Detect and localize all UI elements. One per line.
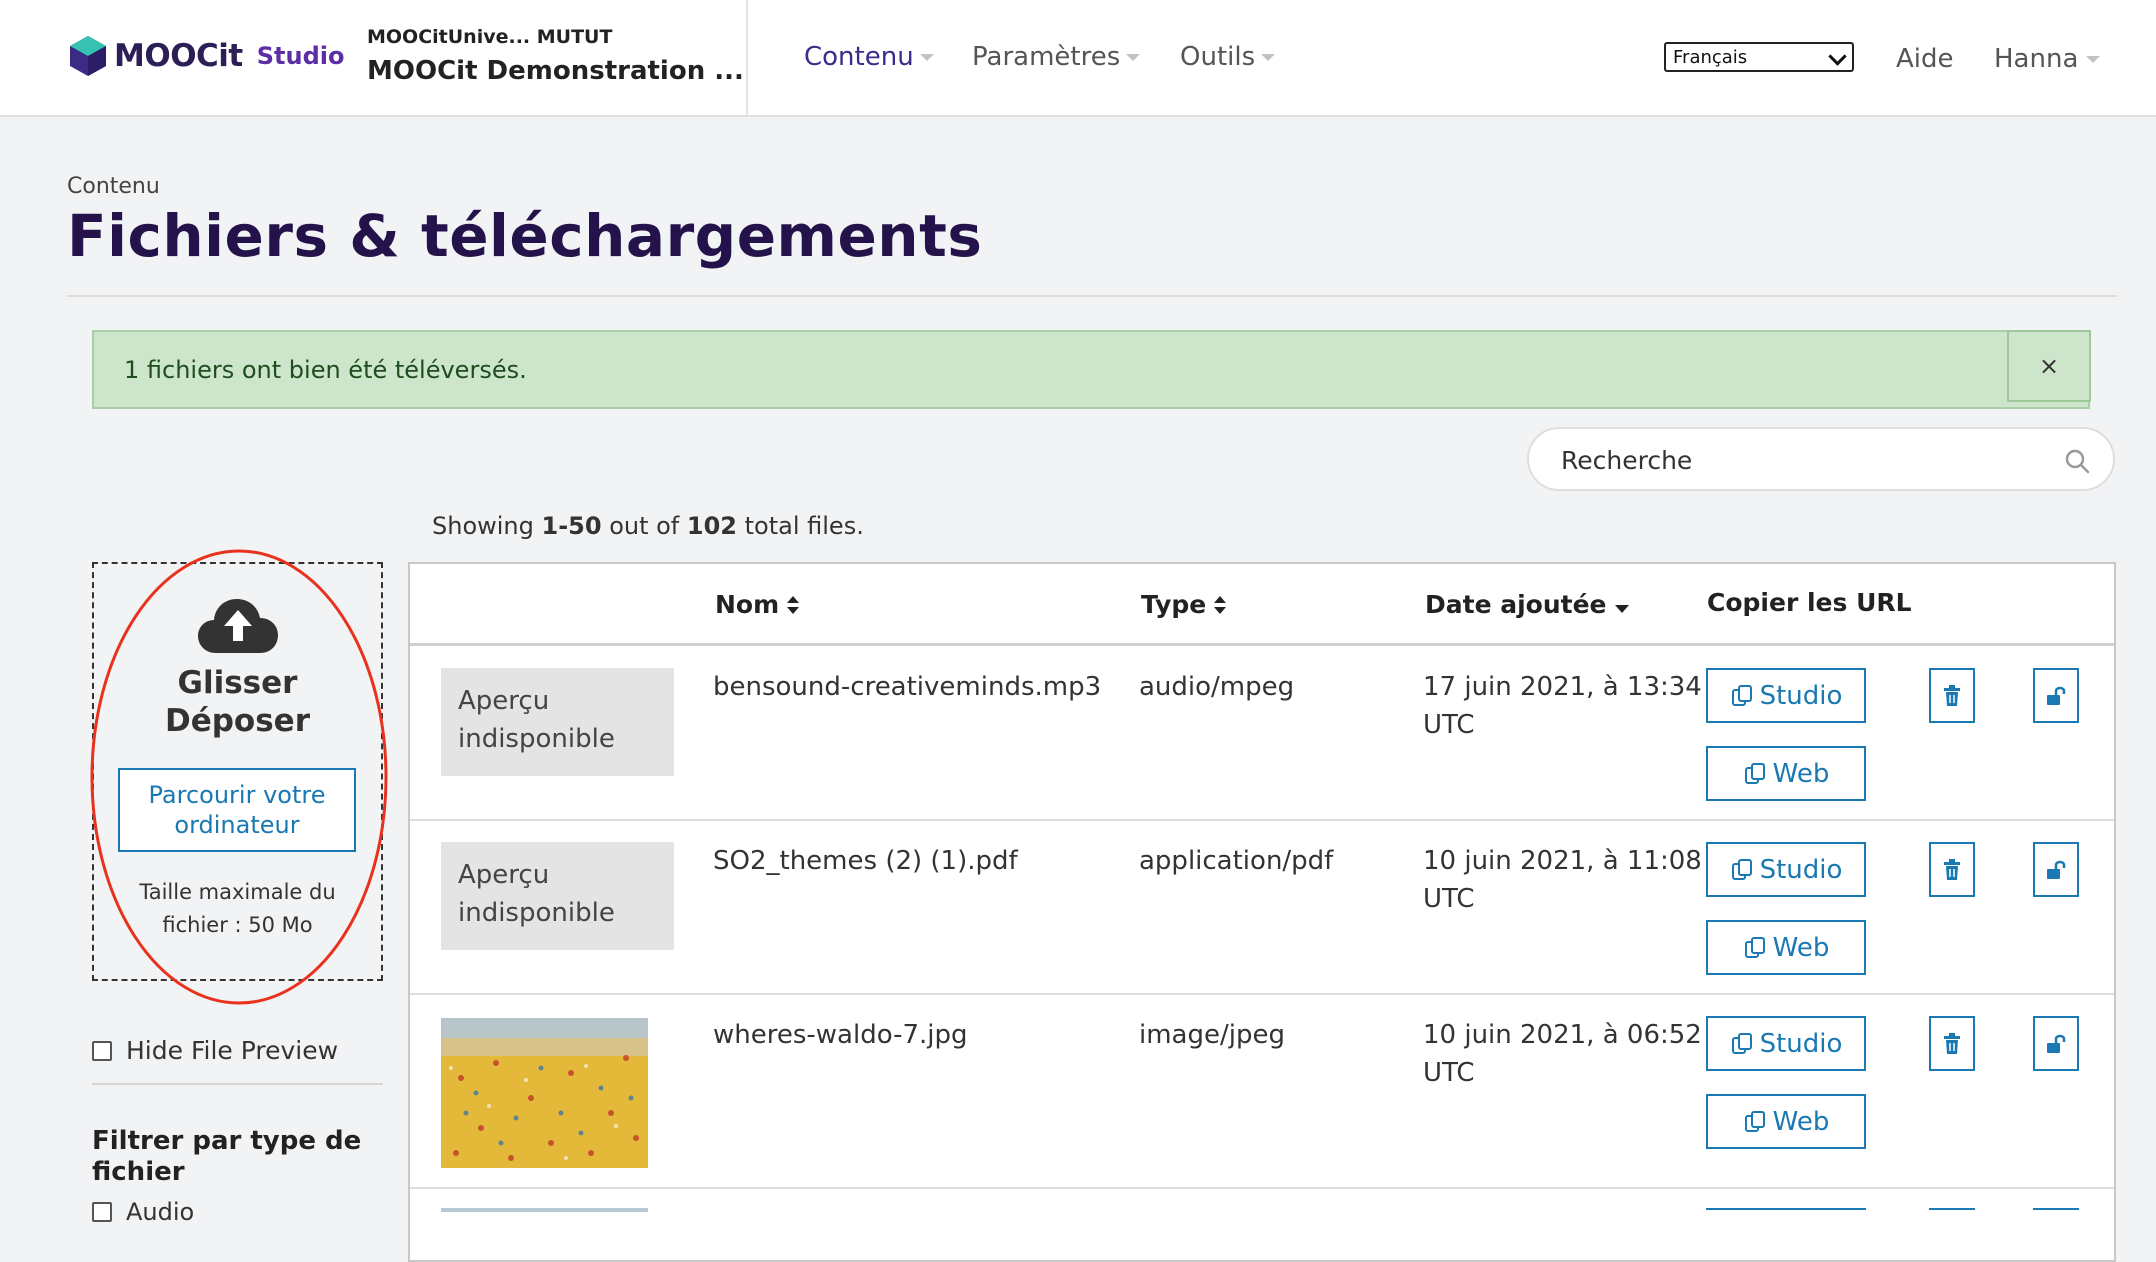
user-menu[interactable]: Hanna: [1994, 44, 2101, 74]
hide-preview-label: Hide File Preview: [126, 1036, 339, 1065]
delete-file-button[interactable]: [1929, 668, 1975, 723]
trash-icon: [1944, 1032, 1960, 1054]
alert-message: 1 fichiers ont bien été téléversés.: [124, 356, 527, 384]
copy-studio-url-button[interactable]: [1706, 1208, 1866, 1212]
caret-down-icon: [2086, 55, 2101, 63]
delete-file-button[interactable]: [1929, 1208, 1975, 1212]
sort-icon: [1214, 595, 1227, 614]
column-header-type[interactable]: Type: [1141, 590, 1227, 619]
copy-studio-url-button[interactable]: Studio: [1706, 668, 1866, 723]
column-header-date[interactable]: Date ajoutée: [1425, 590, 1629, 619]
results-total: 102: [686, 512, 737, 540]
lock-toggle-button[interactable]: [2033, 668, 2079, 723]
image-thumbnail[interactable]: [441, 1018, 648, 1168]
copy-web-url-button[interactable]: Web: [1706, 746, 1866, 801]
studio-logo[interactable]: MOOCit Studio: [68, 32, 345, 80]
row-divider: [410, 819, 2114, 821]
caret-down-icon: [919, 53, 934, 61]
filter-audio-label: Audio: [126, 1198, 195, 1226]
image-thumbnail[interactable]: [441, 1208, 648, 1212]
copy-icon: [1731, 858, 1752, 880]
logo-cube-icon: [70, 36, 106, 76]
copy-icon: [1744, 1110, 1765, 1132]
nav-settings-label: Paramètres: [972, 42, 1121, 72]
copy-studio-url-button[interactable]: Studio: [1706, 1016, 1866, 1071]
sort-icon: [787, 595, 800, 614]
trash-icon: [1944, 684, 1960, 706]
filter-audio-checkbox[interactable]: [92, 1202, 112, 1222]
sort-descending-icon: [1614, 604, 1629, 613]
filter-audio-option[interactable]: Audio: [92, 1198, 194, 1226]
course-org[interactable]: MOOCitUnive... MUTUT: [367, 26, 612, 48]
filter-heading: Filtrer par type de fichier: [92, 1126, 362, 1187]
file-name[interactable]: SO2_themes (2) (1).pdf: [713, 842, 1018, 880]
trash-icon: [1944, 858, 1960, 880]
nav-settings-menu[interactable]: Paramètres: [972, 42, 1141, 72]
copy-web-url-button[interactable]: Web: [1706, 1094, 1866, 1149]
caret-down-icon: [1261, 53, 1276, 61]
file-date: 10 juin 2021, à 11:08 UTC: [1423, 846, 1702, 914]
caret-down-icon: [1126, 53, 1141, 61]
search-input[interactable]: [1559, 443, 2043, 477]
hide-preview-checkbox[interactable]: [92, 1040, 112, 1061]
sidebar-divider: [92, 1083, 383, 1085]
column-header-name[interactable]: Nom: [715, 590, 800, 619]
copy-studio-url-button[interactable]: Studio: [1706, 842, 1866, 897]
nav-content-menu[interactable]: Contenu: [804, 42, 934, 72]
file-date: 17 juin 2021, à 13:34 UTC: [1423, 672, 1702, 740]
page-title: Fichiers & téléchargements: [67, 202, 983, 270]
help-link[interactable]: Aide: [1896, 44, 1954, 74]
file-name[interactable]: bensound-creativeminds.mp3: [713, 668, 1101, 706]
file-date: 10 juin 2021, à 06:52 UTC: [1423, 1020, 1702, 1088]
table-header-divider: [410, 643, 2114, 646]
search-icon[interactable]: [2063, 447, 2091, 475]
unlock-icon: [2047, 860, 2066, 879]
file-type: audio/mpeg: [1139, 672, 1295, 702]
file-type: image/jpeg: [1139, 1020, 1285, 1050]
user-name: Hanna: [1994, 44, 2079, 74]
annotation-ellipse: [90, 549, 388, 1005]
hide-preview-toggle[interactable]: Hide File Preview: [92, 1036, 338, 1065]
unlock-icon: [2047, 686, 2066, 705]
chevron-down-icon: [1828, 47, 1847, 66]
alert-close-button[interactable]: ×: [2007, 330, 2091, 402]
copy-icon: [1731, 684, 1752, 706]
file-name[interactable]: wheres-waldo-7.jpg: [713, 1016, 968, 1054]
logo-text: MOOCit: [114, 38, 243, 74]
file-type: application/pdf: [1139, 846, 1334, 876]
preview-unavailable: Aperçu indisponible: [441, 842, 674, 950]
row-divider: [410, 993, 2114, 995]
delete-file-button[interactable]: [1929, 842, 1975, 897]
header-divider: [746, 0, 748, 115]
nav-tools-label: Outils: [1180, 42, 1256, 72]
thumbnail-image: [441, 1018, 648, 1168]
unlock-icon: [2047, 1034, 2066, 1053]
copy-web-url-button[interactable]: Web: [1706, 920, 1866, 975]
copy-icon: [1744, 936, 1765, 958]
column-header-copy-urls: Copier les URL: [1707, 588, 1912, 617]
lock-toggle-button[interactable]: [2033, 1016, 2079, 1071]
course-name[interactable]: MOOCit Demonstration ...: [367, 56, 744, 86]
results-summary: Showing 1-50 out of 102 total files.: [432, 512, 864, 540]
copy-icon: [1744, 762, 1765, 784]
nav-content-label: Contenu: [804, 42, 914, 72]
logo-studio-label: Studio: [256, 42, 345, 70]
title-divider: [67, 295, 2117, 297]
delete-file-button[interactable]: [1929, 1016, 1975, 1071]
lock-toggle-button[interactable]: [2033, 842, 2079, 897]
search-box: [1527, 427, 2115, 491]
language-select[interactable]: Français: [1664, 42, 1854, 72]
nav-tools-menu[interactable]: Outils: [1180, 42, 1276, 72]
results-range: 1-50: [541, 512, 602, 540]
preview-unavailable: Aperçu indisponible: [441, 668, 674, 776]
row-divider: [410, 1187, 2114, 1189]
language-value: Français: [1673, 46, 1748, 68]
breadcrumb[interactable]: Contenu: [67, 174, 160, 199]
copy-icon: [1731, 1032, 1752, 1054]
lock-toggle-button[interactable]: [2033, 1208, 2079, 1212]
